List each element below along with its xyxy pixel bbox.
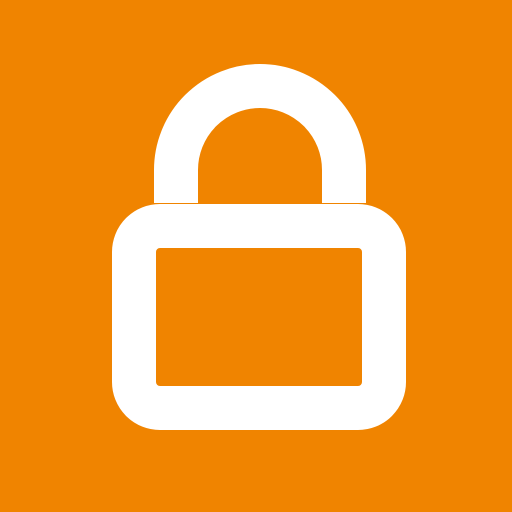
lock-shackle [154, 64, 366, 203]
lock-body [112, 204, 406, 430]
app-icon-tile [0, 0, 512, 512]
lock-icon [112, 64, 406, 430]
